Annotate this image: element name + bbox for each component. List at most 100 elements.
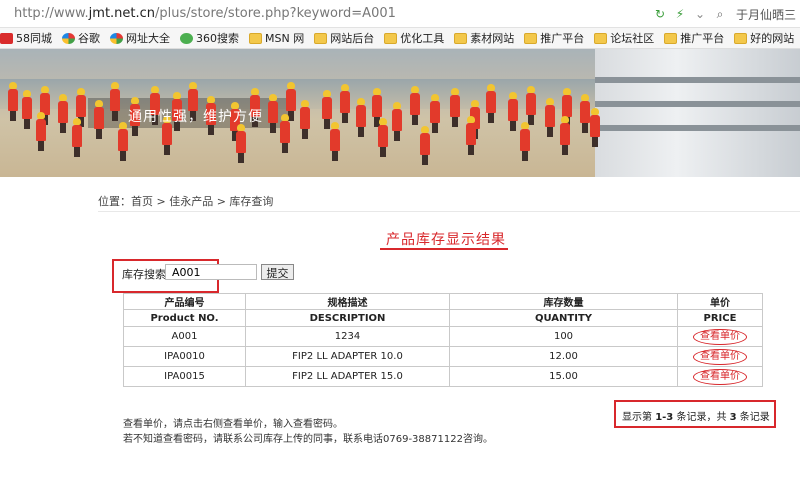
cell-qty: 12.00 (449, 346, 678, 367)
bookmark-label: 好的网站 (750, 32, 795, 45)
bookmark-item[interactable]: 网址大全 (110, 30, 170, 46)
bookmark-item[interactable]: 网站后台 (314, 30, 374, 46)
folder-icon (734, 32, 748, 44)
cell-desc: FIP2 LL ADAPTER 10.0 (245, 346, 450, 367)
url-prefix: http://www. (14, 6, 89, 21)
note-line: 查看单价，请点击右侧查看单价，输入查看密码。 (123, 419, 343, 430)
search-label: 库存搜索 (122, 268, 166, 281)
table-row: A001 1234 100 查看单价 (123, 326, 763, 347)
banner-person (520, 122, 530, 161)
banner-person (466, 116, 476, 155)
favicon-icon (0, 32, 13, 44)
cell-qty: 100 (449, 326, 678, 347)
table-row: IPA0015 FIP2 LL ADAPTER 15.0 15.00 查看单价 (123, 366, 763, 387)
bookmark-item[interactable]: 推广平台 (524, 30, 584, 46)
main-panel: 产品库存显示结果 库存搜索 提交 产品编号 规格描述 库存数量 单价 Produ… (98, 211, 800, 479)
header-product-no-en: Product NO. (123, 309, 246, 327)
pager-middle: 条记录，共 (673, 412, 730, 423)
bookmark-item[interactable]: 谷歌 (62, 30, 100, 46)
address-bar-tools: ↻ ⚡ ⌄ ⌕ 于月仙晒三 (652, 4, 800, 24)
banner-image: 通用性强，维护方便 (0, 49, 800, 177)
folder-icon (249, 32, 262, 44)
lightning-icon[interactable]: ⚡ (672, 6, 688, 22)
banner-person (508, 92, 518, 131)
banner-person (8, 82, 18, 121)
banner-person (162, 116, 172, 155)
banner-person (300, 100, 310, 139)
bookmark-item[interactable]: 58同城 (0, 30, 52, 46)
folder-icon (524, 32, 538, 44)
banner-person (560, 116, 570, 155)
pager-text: 显示第 1-3 条记录，共 3 条记录 (622, 408, 770, 423)
bookmark-label: 谷歌 (78, 32, 100, 45)
folder-icon (314, 32, 328, 44)
banner-person (22, 90, 32, 129)
view-price-link[interactable]: 查看单价 (693, 348, 747, 365)
banner-person (356, 98, 366, 137)
table-header-en: Product NO. DESCRIPTION QUANTITY PRICE (123, 309, 763, 327)
bookmark-item[interactable]: 素材网站 (454, 30, 514, 46)
banner-slogan: 通用性强，维护方便 (128, 109, 263, 125)
bookmark-label: 360搜索 (196, 32, 239, 45)
folder-icon (664, 32, 678, 44)
search-icon[interactable]: ⌕ (712, 6, 728, 22)
bookmark-item[interactable]: 好的网站 (734, 30, 794, 46)
bookmark-item[interactable]: 360搜索 (180, 30, 239, 46)
banner-person (486, 84, 496, 123)
pager-prefix: 显示第 (622, 412, 656, 423)
favicon-icon (62, 32, 75, 44)
bookmark-item[interactable]: 推广平台 (664, 30, 724, 46)
title-underline (380, 248, 508, 250)
folder-icon (454, 32, 468, 44)
banner-person (580, 94, 590, 133)
bookmark-item[interactable]: MSN 网 (249, 30, 304, 46)
banner-ship (595, 49, 800, 177)
search-hint[interactable]: 于月仙晒三 (736, 6, 800, 23)
bookmark-label: 优化工具 (400, 32, 445, 45)
view-price-link[interactable]: 查看单价 (693, 328, 747, 345)
bookmark-label: 素材网站 (470, 32, 515, 45)
bookmark-label: 推广平台 (540, 32, 585, 45)
banner-person (268, 94, 278, 133)
url-domain: jmt.net.cn (88, 6, 156, 21)
header-description-cn: 规格描述 (245, 293, 450, 310)
pager-suffix: 条记录 (736, 412, 770, 423)
bookmark-label: MSN 网 (265, 32, 305, 45)
stock-table: 产品编号 规格描述 库存数量 单价 Product NO. DESCRIPTIO… (123, 293, 763, 387)
url-text[interactable]: http://www.jmt.net.cn/plus/store/store.p… (14, 6, 396, 21)
address-bar[interactable]: http://www.jmt.net.cn/plus/store/store.p… (0, 0, 800, 28)
bookmark-label: 推广平台 (680, 32, 725, 45)
banner-person (392, 102, 402, 141)
banner-rail (595, 125, 800, 131)
favicon-icon (180, 32, 193, 44)
banner-person (430, 94, 440, 133)
cell-no: IPA0010 (123, 346, 246, 367)
submit-button[interactable]: 提交 (261, 264, 294, 280)
pager-total: 3 (729, 412, 737, 423)
banner-person (420, 126, 430, 165)
banner-person (118, 122, 128, 161)
refresh-icon[interactable]: ↻ (652, 6, 668, 22)
breadcrumb: 位置：首页 > 佳永产品 > 库存查询 (98, 195, 274, 208)
chevron-down-icon[interactable]: ⌄ (692, 6, 708, 22)
pager-range: 1-3 (655, 412, 674, 423)
banner-person (545, 98, 555, 137)
cell-desc: 1234 (245, 326, 450, 347)
view-price-link[interactable]: 查看单价 (693, 368, 747, 385)
header-price-en: PRICE (677, 309, 763, 327)
cell-price: 查看单价 (677, 326, 763, 347)
cell-price: 查看单价 (677, 366, 763, 387)
banner-person (322, 90, 332, 129)
banner-person (562, 88, 572, 127)
bookmark-item[interactable]: 论坛社区 (594, 30, 654, 46)
bookmark-item[interactable]: 优化工具 (384, 30, 444, 46)
header-product-no-cn: 产品编号 (123, 293, 246, 310)
bookmark-label: 58同城 (16, 32, 52, 45)
search-input[interactable] (165, 264, 257, 280)
banner-person (372, 88, 382, 127)
header-description-en: DESCRIPTION (245, 309, 450, 327)
bookmark-label: 论坛社区 (610, 32, 655, 45)
banner-rail (595, 77, 800, 83)
cell-no: IPA0015 (123, 366, 246, 387)
banner-person (378, 118, 388, 157)
